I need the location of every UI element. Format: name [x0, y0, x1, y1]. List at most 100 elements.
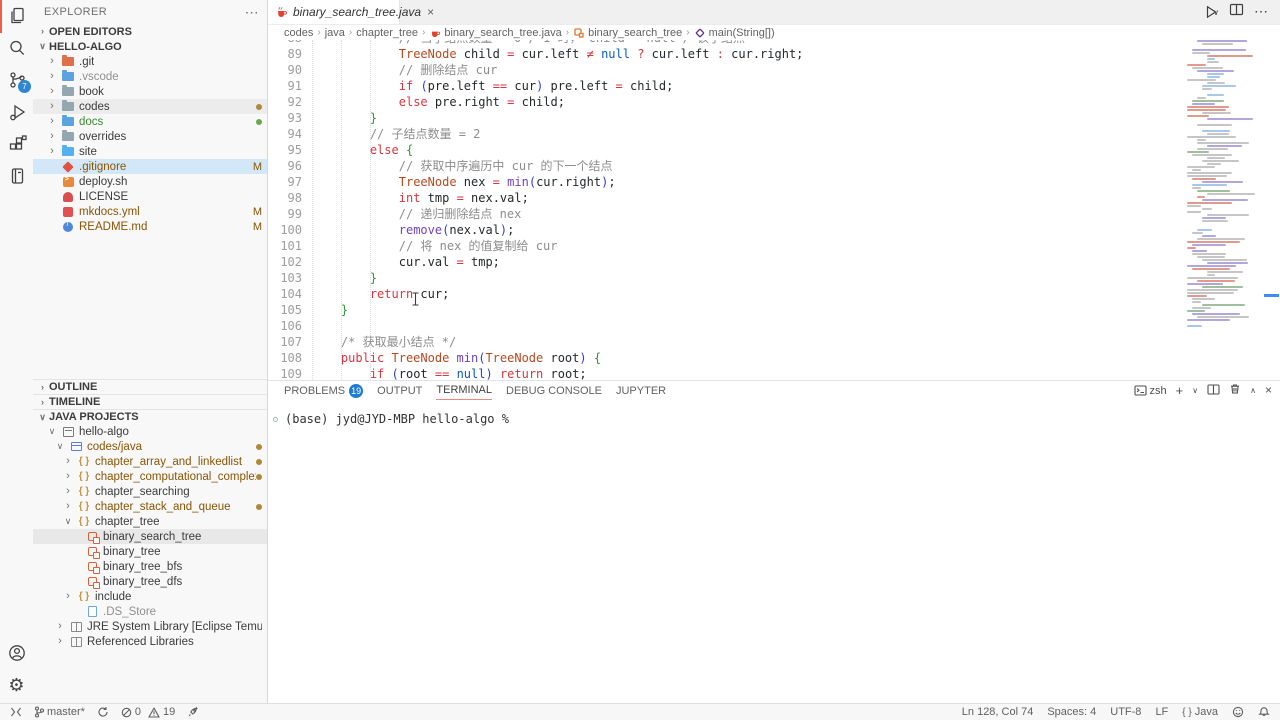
maximize-panel-icon[interactable]: ∧ — [1250, 385, 1256, 396]
code-editor[interactable]: 88// 当子结点数量 = 0 / 1 时， child = null / 该子… — [268, 40, 1185, 380]
tab-debug-console[interactable]: DEBUG CONSOLE — [506, 381, 602, 400]
extensions-icon[interactable] — [0, 128, 33, 160]
rocket-icon[interactable] — [187, 706, 199, 718]
remote-indicator-icon[interactable] — [10, 707, 22, 717]
code-line-96[interactable]: 96// 获取中序遍历中 cur 的下一个结点 — [268, 158, 1185, 174]
section-workspace-root[interactable]: ∨ HELLO-ALGO — [33, 39, 267, 54]
tab-terminal[interactable]: TERMINAL — [436, 381, 492, 400]
explorer-icon[interactable] — [0, 0, 33, 32]
java-item-binary-search-tree[interactable]: binary_search_tree — [33, 529, 267, 544]
file-item--git[interactable]: ›.git — [33, 54, 267, 69]
file-item-mkdocs-yml[interactable]: mkdocs.ymlM — [33, 204, 267, 219]
file-item-overrides[interactable]: ›overrides — [33, 129, 267, 144]
settings-gear-icon[interactable]: ⚙ — [0, 669, 33, 701]
breadcrumb-java[interactable]: java — [325, 27, 345, 39]
file-item--vscode[interactable]: ›.vscode — [33, 69, 267, 84]
code-line-102[interactable]: 102cur.val = tmp; — [268, 254, 1185, 270]
cursor-position[interactable]: Ln 128, Col 74 — [962, 706, 1034, 718]
java-item-chapter-stack-and-queue[interactable]: ›chapter_stack_and_queue — [33, 499, 267, 514]
run-debug-icon[interactable] — [0, 96, 33, 128]
code-line-109[interactable]: 109if (root == null) return root; — [268, 366, 1185, 380]
minimap[interactable] — [1185, 40, 1263, 375]
java-item-chapter-searching[interactable]: ›chapter_searching — [33, 484, 267, 499]
split-terminal-icon[interactable] — [1207, 384, 1220, 398]
section-timeline[interactable]: › TIMELINE — [33, 394, 267, 409]
code-line-90[interactable]: 90// 删除结点 cur — [268, 62, 1185, 78]
close-panel-icon[interactable]: × — [1265, 385, 1272, 396]
code-line-107[interactable]: 107/* 获取最小结点 */ — [268, 334, 1185, 350]
feedback-smiley-icon[interactable] — [1232, 706, 1244, 718]
git-branch-status[interactable]: master* — [34, 706, 85, 718]
java-item-chapter-tree[interactable]: ∨chapter_tree — [33, 514, 267, 529]
java-item-binary-tree[interactable]: binary_tree — [33, 544, 267, 559]
section-outline[interactable]: › OUTLINE — [33, 379, 267, 394]
code-line-103[interactable]: 103} — [268, 270, 1185, 286]
encoding-setting[interactable]: UTF-8 — [1110, 706, 1141, 718]
code-line-89[interactable]: 89TreeNode child = cur.left ≠ null ? cur… — [268, 46, 1185, 62]
java-item-codes-java[interactable]: ∨codes/java — [33, 439, 267, 454]
tab-jupyter[interactable]: JUPYTER — [616, 381, 666, 400]
kill-terminal-icon[interactable] — [1229, 383, 1241, 398]
tab-problems[interactable]: PROBLEMS 19 — [284, 381, 363, 400]
section-java-projects[interactable]: ∨ JAVA PROJECTS — [33, 409, 267, 424]
terminal-shell-selector[interactable]: zsh — [1134, 385, 1167, 397]
code-line-97[interactable]: 97TreeNode nex = min(cur.right); — [268, 174, 1185, 190]
code-line-98[interactable]: 98int tmp = nex.val; — [268, 190, 1185, 206]
eol-setting[interactable]: LF — [1155, 706, 1168, 718]
new-terminal-icon[interactable]: + — [1176, 385, 1184, 396]
section-open-editors[interactable]: › OPEN EDITORS — [33, 24, 267, 39]
overview-ruler[interactable] — [1263, 40, 1280, 380]
sync-icon[interactable] — [97, 706, 109, 718]
breadcrumb-class[interactable]: binary_search_tree — [588, 27, 682, 39]
code-line-106[interactable]: 106 — [268, 318, 1185, 334]
terminal-dropdown-chevron-icon[interactable]: ∨ — [1192, 385, 1198, 396]
tab-output[interactable]: OUTPUT — [377, 381, 422, 400]
problems-status[interactable]: 0 19 — [121, 706, 175, 718]
code-line-93[interactable]: 93} — [268, 110, 1185, 126]
code-line-101[interactable]: 101// 将 nex 的值复制给 cur — [268, 238, 1185, 254]
run-java-button[interactable]: ∨ — [1203, 4, 1219, 20]
breadcrumb-file[interactable]: binary_search_tree.java — [444, 27, 561, 39]
java-item-chapter-computational-complexity[interactable]: ›chapter_computational_complexity — [33, 469, 267, 484]
java-item-hello-algo[interactable]: ∨hello-algo — [33, 424, 267, 439]
code-line-94[interactable]: 94// 子结点数量 = 2 — [268, 126, 1185, 142]
code-line-105[interactable]: 105} — [268, 302, 1185, 318]
file-item-site[interactable]: ›site — [33, 144, 267, 159]
explorer-more-actions-icon[interactable] — [245, 4, 259, 21]
code-line-92[interactable]: 92else pre.right = child; — [268, 94, 1185, 110]
account-icon[interactable] — [0, 637, 33, 669]
file-item--gitignore[interactable]: .gitignoreM — [33, 159, 267, 174]
code-line-91[interactable]: 91if (pre.left == cur) pre.left = child; — [268, 78, 1185, 94]
file-item-license[interactable]: LICENSE — [33, 189, 267, 204]
java-item-binary-tree-bfs[interactable]: binary_tree_bfs — [33, 559, 267, 574]
code-line-95[interactable]: 95else { — [268, 142, 1185, 158]
search-icon[interactable] — [0, 32, 33, 64]
breadcrumb-chapter-tree[interactable]: chapter_tree — [356, 27, 418, 39]
breadcrumb-codes[interactable]: codes — [284, 27, 313, 39]
code-line-99[interactable]: 99// 递归删除结点 nex — [268, 206, 1185, 222]
file-item-docs[interactable]: ›docs — [33, 114, 267, 129]
notifications-bell-icon[interactable] — [1258, 706, 1270, 718]
indentation-setting[interactable]: Spaces: 4 — [1047, 706, 1096, 718]
source-control-icon[interactable]: 7 — [0, 64, 33, 96]
java-item-referenced-libraries[interactable]: ›Referenced Libraries — [33, 634, 267, 649]
command-decoration-icon[interactable] — [273, 417, 278, 422]
file-item-readme-md[interactable]: README.mdM — [33, 219, 267, 234]
editor-more-actions-icon[interactable] — [1254, 3, 1268, 21]
java-item-chapter-array-and-linkedlist[interactable]: ›chapter_array_and_linkedlist — [33, 454, 267, 469]
java-item-binary-tree-dfs[interactable]: binary_tree_dfs — [33, 574, 267, 589]
java-item-jre-system-library-eclipse-temurin-17-17-[interactable]: ›JRE System Library [Eclipse Temurin 17 … — [33, 619, 267, 634]
language-mode[interactable]: { } Java — [1182, 706, 1218, 718]
breadcrumb-method[interactable]: main(String[]) — [709, 27, 775, 39]
java-item--ds-store[interactable]: .DS_Store — [33, 604, 267, 619]
split-editor-icon[interactable] — [1229, 3, 1244, 21]
run-dropdown-chevron-icon[interactable]: ∨ — [1213, 8, 1219, 17]
terminal[interactable]: (base) jyd@JYD-MBP hello-algo % — [268, 400, 1280, 426]
code-line-104[interactable]: 104return cur; — [268, 286, 1185, 302]
tab-close-icon[interactable]: × — [427, 6, 434, 18]
tab-binary-search-tree[interactable]: binary_search_tree.java × — [268, 0, 400, 24]
code-line-108[interactable]: 108public TreeNode min(TreeNode root) { — [268, 350, 1185, 366]
notebook-icon[interactable] — [0, 160, 33, 192]
java-item-include[interactable]: ›include — [33, 589, 267, 604]
code-line-100[interactable]: 100remove(nex.val); — [268, 222, 1185, 238]
